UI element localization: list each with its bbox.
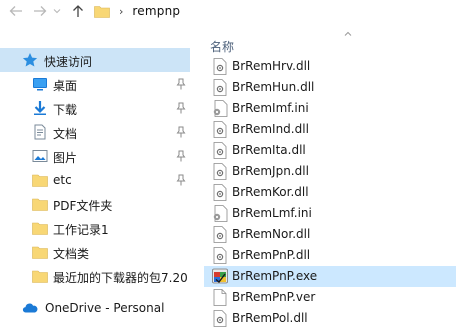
nav-item-etc[interactable]: etc (0, 168, 190, 192)
dll-file-icon (213, 142, 227, 159)
nav-label: 文档 (53, 127, 78, 141)
nav-label: PDF文件夹 (53, 199, 113, 213)
dll-file-icon (213, 310, 227, 327)
address-path[interactable]: › rempnp (94, 0, 180, 22)
column-header-name[interactable]: 名称 (210, 38, 234, 55)
nav-item-downloader-package[interactable]: 最近加的下载器的包7.20 (0, 264, 190, 288)
nav-label: 桌面 (53, 79, 78, 93)
file-name: BrRemKor.dll (232, 185, 309, 199)
file-row[interactable]: BrRemInd.dll (204, 119, 456, 140)
folder-icon (94, 3, 110, 19)
pin-icon (176, 150, 186, 162)
file-row[interactable]: BrRemJpn.dll (204, 161, 456, 182)
desktop-icon (32, 76, 48, 92)
star-icon (22, 52, 38, 68)
file-name: BrRemPnP.exe (232, 269, 318, 283)
pin-icon (176, 174, 186, 186)
dll-file-icon (213, 163, 227, 180)
dll-file-icon (213, 247, 227, 264)
file-name: BrRemLmf.ini (232, 206, 312, 220)
back-arrow-icon[interactable] (6, 1, 26, 21)
download-icon (32, 100, 48, 116)
nav-item-desktop[interactable]: 桌面 (0, 72, 190, 96)
file-row[interactable]: BrRemNor.dll (204, 224, 456, 245)
nav-label: 工作记录1 (53, 223, 109, 237)
file-row[interactable]: BrRemHun.dll (204, 77, 456, 98)
pin-icon (176, 102, 186, 114)
file-row[interactable]: BrRemKor.dll (204, 182, 456, 203)
forward-arrow-icon[interactable] (30, 1, 50, 21)
nav-item-document-class[interactable]: 文档类 (0, 240, 190, 264)
nav-label: 图片 (53, 151, 78, 165)
address-bar: › rempnp (0, 0, 456, 22)
exe-file-icon (212, 268, 228, 284)
file-list: 名称 BrRemHrv.dll BrRemHun.dll BrRemImf.in… (196, 30, 456, 331)
nav-label: 最近加的下载器的包7.20 (53, 271, 188, 285)
file-name: BrRemNor.dll (232, 227, 311, 241)
folder-icon (32, 244, 48, 260)
recent-locations-chevron-icon[interactable] (50, 1, 64, 21)
folder-icon (32, 196, 48, 212)
pin-icon (176, 126, 186, 138)
nav-onedrive[interactable]: OneDrive - Personal (0, 296, 190, 320)
nav-item-work-records[interactable]: 工作记录1 (0, 216, 190, 240)
nav-item-pictures[interactable]: 图片 (0, 144, 190, 168)
sort-up-icon (344, 30, 352, 39)
file-name: BrRemInd.dll (232, 122, 309, 136)
nav-label: 下载 (53, 103, 78, 117)
file-row[interactable]: BrRemPol.dll (204, 308, 456, 329)
nav-item-downloads[interactable]: 下载 (0, 96, 190, 120)
folder-icon (32, 268, 48, 284)
pictures-icon (32, 148, 48, 164)
ini-file-icon (213, 100, 228, 117)
nav-item-pdf-folder[interactable]: PDF文件夹 (0, 192, 190, 216)
dll-file-icon (213, 79, 227, 96)
file-name: BrRemJpn.dll (232, 164, 309, 178)
file-name: BrRemImf.ini (232, 101, 309, 115)
file-name: BrRemIta.dll (232, 143, 306, 157)
path-segment[interactable]: rempnp (132, 4, 180, 18)
dll-file-icon (213, 58, 227, 75)
dll-file-icon (213, 121, 227, 138)
nav-label: 文档类 (53, 247, 90, 261)
nav-label: 快速访问 (44, 55, 93, 69)
file-name: BrRemPnP.dll (232, 248, 311, 262)
up-arrow-icon[interactable] (68, 1, 88, 21)
file-name: BrRemPol.dll (232, 311, 308, 325)
file-row[interactable]: BrRemPnP.dll (204, 245, 456, 266)
ini-file-icon (213, 205, 228, 222)
file-row[interactable]: BrRemLmf.ini (204, 203, 456, 224)
folder-icon (32, 172, 48, 188)
nav-label: etc (53, 173, 72, 187)
nav-item-documents[interactable]: 文档 (0, 120, 190, 144)
file-row[interactable]: BrRemPnP.ver (204, 287, 456, 308)
file-icon (213, 289, 227, 306)
pin-icon (176, 78, 186, 90)
file-row[interactable]: BrRemImf.ini (204, 98, 456, 119)
file-name: BrRemPnP.ver (232, 290, 316, 304)
file-row-selected[interactable]: BrRemPnP.exe (204, 266, 456, 287)
dll-file-icon (213, 226, 227, 243)
dll-file-icon (213, 184, 227, 201)
documents-icon (32, 124, 48, 140)
file-row[interactable]: BrRemIta.dll (204, 140, 456, 161)
nav-label: OneDrive - Personal (45, 301, 165, 315)
nav-quick-access[interactable]: 快速访问 (0, 48, 190, 72)
file-name: BrRemHrv.dll (232, 59, 311, 73)
file-row[interactable]: BrRemHrv.dll (204, 56, 456, 77)
file-name: BrRemHun.dll (232, 80, 315, 94)
cloud-icon (22, 300, 38, 316)
path-separator: › (119, 4, 124, 18)
folder-icon (32, 220, 48, 236)
navigation-pane: 快速访问 桌面 下载 文档 图片 etc PDF文件夹 工作记录1 文档类 最近… (0, 40, 190, 331)
